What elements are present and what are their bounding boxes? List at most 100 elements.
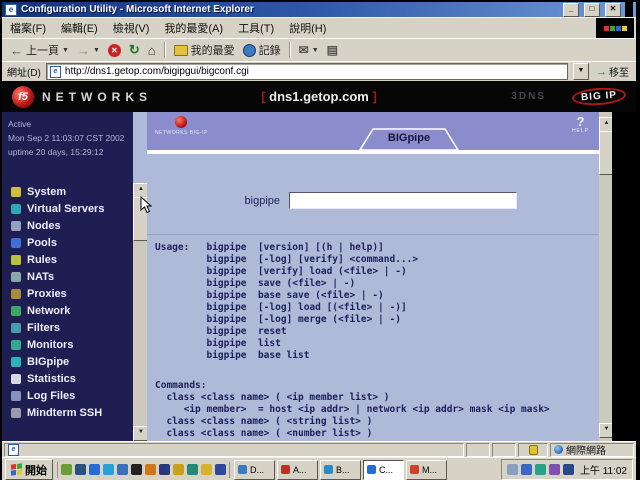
sidebar-item-monitors[interactable]: Monitors xyxy=(2,336,133,353)
quicklaunch-icon[interactable] xyxy=(131,464,142,475)
task-label: B... xyxy=(336,464,350,475)
sidebar-item-mindterm-ssh[interactable]: Mindterm SSH xyxy=(2,404,133,421)
flag-pane xyxy=(17,463,22,469)
task-button[interactable]: B... xyxy=(320,459,361,480)
sidebar-item-pools[interactable]: Pools xyxy=(2,234,133,251)
go-button[interactable]: → 移至 xyxy=(594,64,631,80)
f5-mini-caption: NETWORKS BIG-IP xyxy=(155,130,208,136)
task-button[interactable]: A... xyxy=(277,459,318,480)
sidebar-item-network[interactable]: Network xyxy=(2,302,133,319)
menu-view[interactable]: 檢視(V) xyxy=(113,20,150,36)
taskbar-clock[interactable]: 上午 11:02 xyxy=(580,462,627,477)
quicklaunch-icon[interactable] xyxy=(187,464,198,475)
security-pane xyxy=(518,442,548,457)
navigation-sidebar: Active Mon Sep 2 11:03:07 CST 2002 uptim… xyxy=(2,112,133,441)
task-button[interactable]: D... xyxy=(234,459,275,480)
back-arrow-icon: ← xyxy=(10,42,23,58)
bigpipe-icon xyxy=(11,356,21,367)
sidebar-item-log-files[interactable]: Log Files xyxy=(2,387,133,404)
menu-bar: 檔案(F) 編輯(E) 檢視(V) 我的最愛(A) 工具(T) 說明(H) xyxy=(2,17,636,38)
maximize-button[interactable]: □ xyxy=(584,2,600,17)
throbber-dot xyxy=(603,25,609,31)
tray-icon[interactable] xyxy=(562,464,574,475)
help-button[interactable]: ? HELP xyxy=(572,115,589,134)
content-header-band: NETWORKS BIG-IP BIGpipe ? HELP xyxy=(147,112,599,154)
menu-favorites[interactable]: 我的最愛(A) xyxy=(164,20,223,36)
sidebar-item-rules[interactable]: Rules xyxy=(2,251,133,268)
task-button-active[interactable]: C... xyxy=(363,459,404,480)
quicklaunch-icon[interactable] xyxy=(173,464,184,475)
windows-flag-icon xyxy=(11,463,22,476)
history-button[interactable]: 記錄 xyxy=(239,40,285,60)
statistics-icon xyxy=(11,373,21,384)
browser-toolbar: ← 上一頁 ▼ → ▼ ✕ ↻ ⌂ 我的最愛 記錄 ✉ ▼ ▤ xyxy=(2,38,636,61)
print-button[interactable]: ▤ xyxy=(323,40,342,60)
internet-globe-icon xyxy=(554,445,563,454)
sidebar-item-nodes[interactable]: Nodes xyxy=(2,217,133,234)
quicklaunch-icon[interactable] xyxy=(159,464,170,475)
sidebar-item-label: Pools xyxy=(27,236,57,249)
mail-button[interactable]: ✉ ▼ xyxy=(295,40,323,60)
quicklaunch-icon[interactable] xyxy=(89,464,100,475)
address-input[interactable]: e http://dns1.getop.com/bigipgui/bigconf… xyxy=(45,63,568,80)
favorites-folder-icon xyxy=(173,44,188,56)
task-button[interactable]: M... xyxy=(406,459,447,480)
start-button[interactable]: 開始 xyxy=(5,459,53,480)
bigpipe-commands-text: Commands: class <class name> ( <ip membe… xyxy=(155,380,550,439)
sidebar-item-system[interactable]: System xyxy=(2,183,133,200)
page-icon: e xyxy=(49,65,61,78)
product-3dns[interactable]: 3DNS xyxy=(511,91,546,102)
menu-edit[interactable]: 編輯(E) xyxy=(61,20,98,36)
stop-button[interactable]: ✕ xyxy=(104,40,125,60)
menu-file[interactable]: 檔案(F) xyxy=(10,20,46,36)
sidebar-item-label: Monitors xyxy=(27,338,74,351)
sidebar-scrollbar[interactable]: ▲ ▼ xyxy=(133,183,149,441)
favorites-button[interactable]: 我的最愛 xyxy=(170,40,239,60)
product-bigip[interactable]: BIG IP xyxy=(571,86,627,107)
main-content: NETWORKS BIG-IP BIGpipe ? HELP bigpipe U… xyxy=(147,112,599,441)
back-button[interactable]: ← 上一頁 ▼ xyxy=(6,40,73,60)
address-dropdown-button[interactable]: ▼ xyxy=(573,63,589,80)
quicklaunch-icon[interactable] xyxy=(75,464,86,475)
flag-pane xyxy=(17,469,22,475)
sidebar-item-nats[interactable]: NATs xyxy=(2,268,133,285)
sidebar-item-label: System xyxy=(27,185,67,198)
go-arrow-icon: → xyxy=(596,65,607,78)
filters-icon xyxy=(11,322,21,333)
quicklaunch-icon[interactable] xyxy=(145,464,156,475)
quicklaunch-icon[interactable] xyxy=(201,464,212,475)
screen-edge xyxy=(625,2,633,17)
bigpipe-field-label: bigpipe xyxy=(244,194,280,207)
sidebar-item-bigpipe[interactable]: BIGpipe xyxy=(2,353,133,370)
window-titlebar: e Configuration Utility - Microsoft Inte… xyxy=(2,2,636,17)
quicklaunch-icon[interactable] xyxy=(215,464,226,475)
close-button[interactable]: ✕ xyxy=(605,2,621,17)
web-page: Active Mon Sep 2 11:03:07 CST 2002 uptim… xyxy=(2,112,636,441)
log-files-icon xyxy=(11,390,21,401)
sidebar-item-proxies[interactable]: Proxies xyxy=(2,285,133,302)
refresh-button[interactable]: ↻ xyxy=(125,40,144,60)
tab-bigpipe[interactable]: BIGpipe xyxy=(357,128,461,151)
bigpipe-command-input[interactable] xyxy=(289,192,517,209)
forward-button[interactable]: → ▼ xyxy=(73,40,104,60)
minimize-button[interactable]: _ xyxy=(563,2,579,17)
quicklaunch-icon[interactable] xyxy=(103,464,114,475)
quicklaunch-icon[interactable] xyxy=(117,464,128,475)
sidebar-item-virtual-servers[interactable]: Virtual Servers xyxy=(2,200,133,217)
menu-tools[interactable]: 工具(T) xyxy=(238,20,274,36)
sidebar-item-statistics[interactable]: Statistics xyxy=(2,370,133,387)
quicklaunch-icon[interactable] xyxy=(61,464,72,475)
content-scrollbar[interactable]: ▲ ▼ xyxy=(599,112,614,441)
forward-dropdown-icon: ▼ xyxy=(92,46,100,54)
tray-icon[interactable] xyxy=(506,464,518,475)
tray-icon[interactable] xyxy=(520,464,532,475)
bigpipe-usage-text: Usage: bigpipe [version] [(h | help)] bi… xyxy=(155,242,419,361)
window-title: Configuration Utility - Microsoft Intern… xyxy=(21,4,254,15)
home-button[interactable]: ⌂ xyxy=(144,40,160,60)
sidebar-item-filters[interactable]: Filters xyxy=(2,319,133,336)
task-buttons: D... A... B... C... M... xyxy=(234,459,447,480)
tray-icon[interactable] xyxy=(534,464,546,475)
tray-icon[interactable] xyxy=(548,464,560,475)
menu-help[interactable]: 說明(H) xyxy=(289,20,326,36)
back-label: 上一頁 xyxy=(26,45,59,57)
